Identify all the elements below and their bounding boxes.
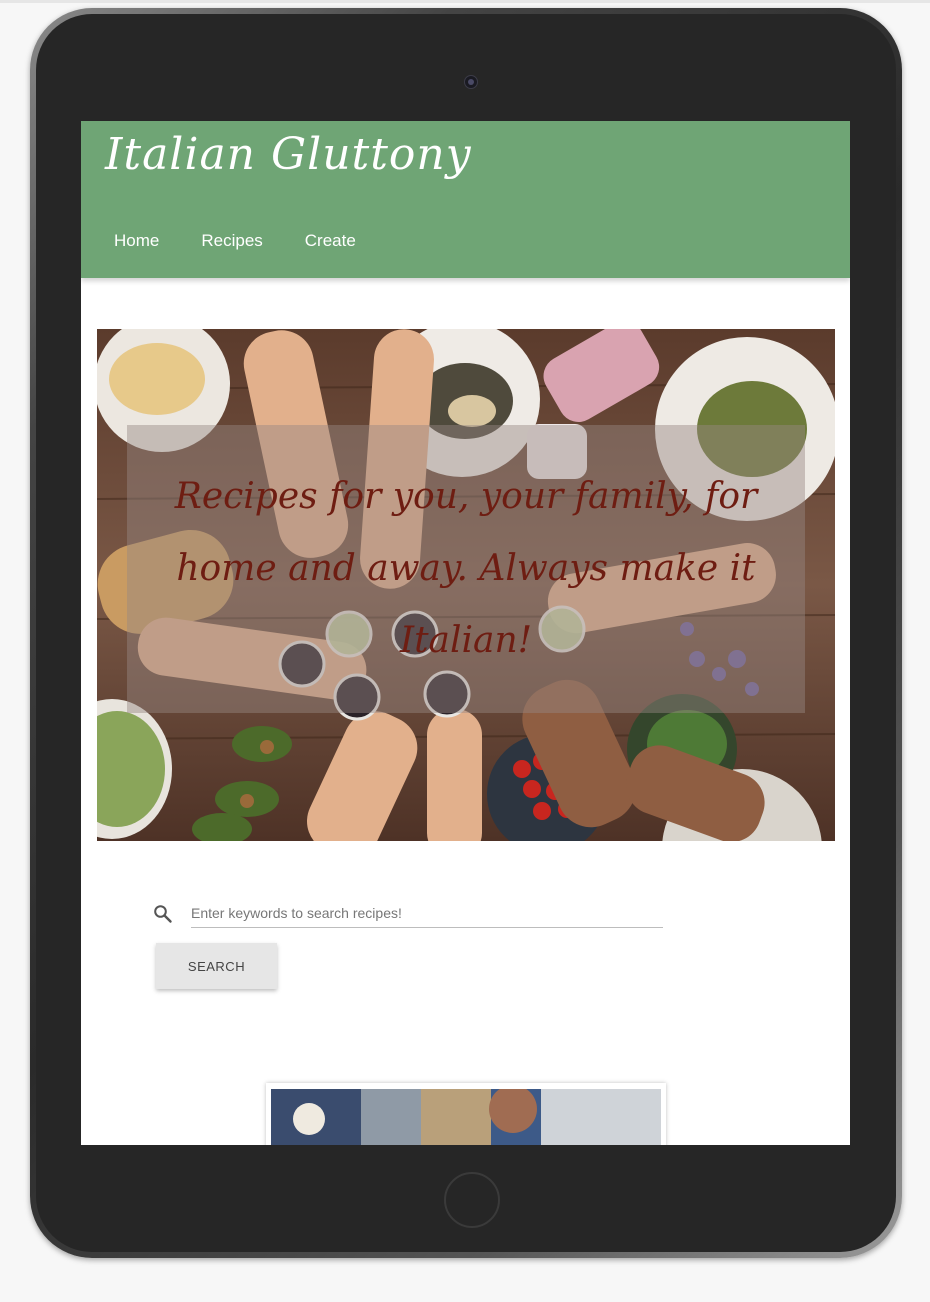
site-brand[interactable]: Italian Gluttony (105, 129, 472, 180)
camera-icon (464, 75, 478, 89)
search-button[interactable]: SEARCH (156, 943, 277, 989)
hero-banner: Recipes for you, your family, for home a… (97, 329, 835, 841)
main-nav: Home Recipes Create (114, 231, 398, 251)
hero-tagline: Recipes for you, your family, for home a… (174, 476, 758, 661)
search-icon (154, 905, 172, 923)
search-input[interactable] (191, 899, 663, 928)
nav-item-home[interactable]: Home (114, 231, 159, 251)
site-header: Italian Gluttony Home Recipes Create (81, 121, 850, 278)
nav-item-create[interactable]: Create (305, 231, 356, 251)
recipe-card-image[interactable] (271, 1089, 661, 1145)
nav-item-recipes[interactable]: Recipes (201, 231, 262, 251)
tablet-screen: Italian Gluttony Home Recipes Create Rec… (81, 121, 850, 1145)
recipe-card[interactable] (266, 1083, 666, 1145)
page-top-border (0, 0, 930, 3)
hero-overlay: Recipes for you, your family, for home a… (127, 425, 805, 713)
home-button[interactable] (444, 1172, 500, 1228)
